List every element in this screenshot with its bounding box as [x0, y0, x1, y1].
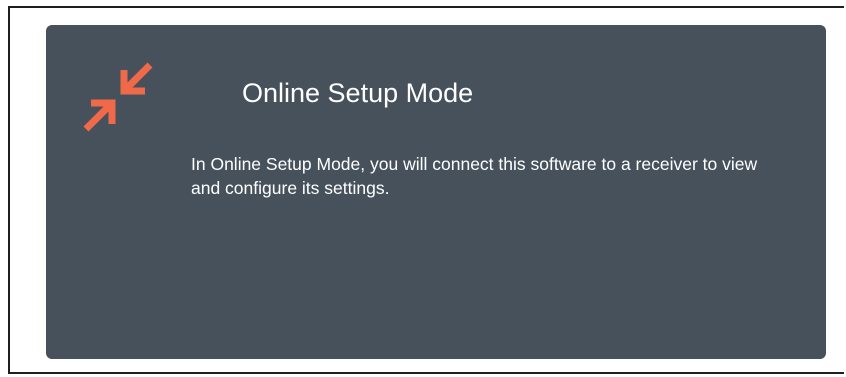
arrows-inward-icon	[83, 62, 153, 132]
mode-title: Online Setup Mode	[242, 78, 474, 108]
mode-description: In Online Setup Mode, you will connect t…	[191, 154, 758, 198]
online-setup-mode-card[interactable]: Online Setup Mode In Online Setup Mode, …	[46, 25, 826, 359]
screenshot-frame: Online Setup Mode In Online Setup Mode, …	[8, 6, 844, 374]
